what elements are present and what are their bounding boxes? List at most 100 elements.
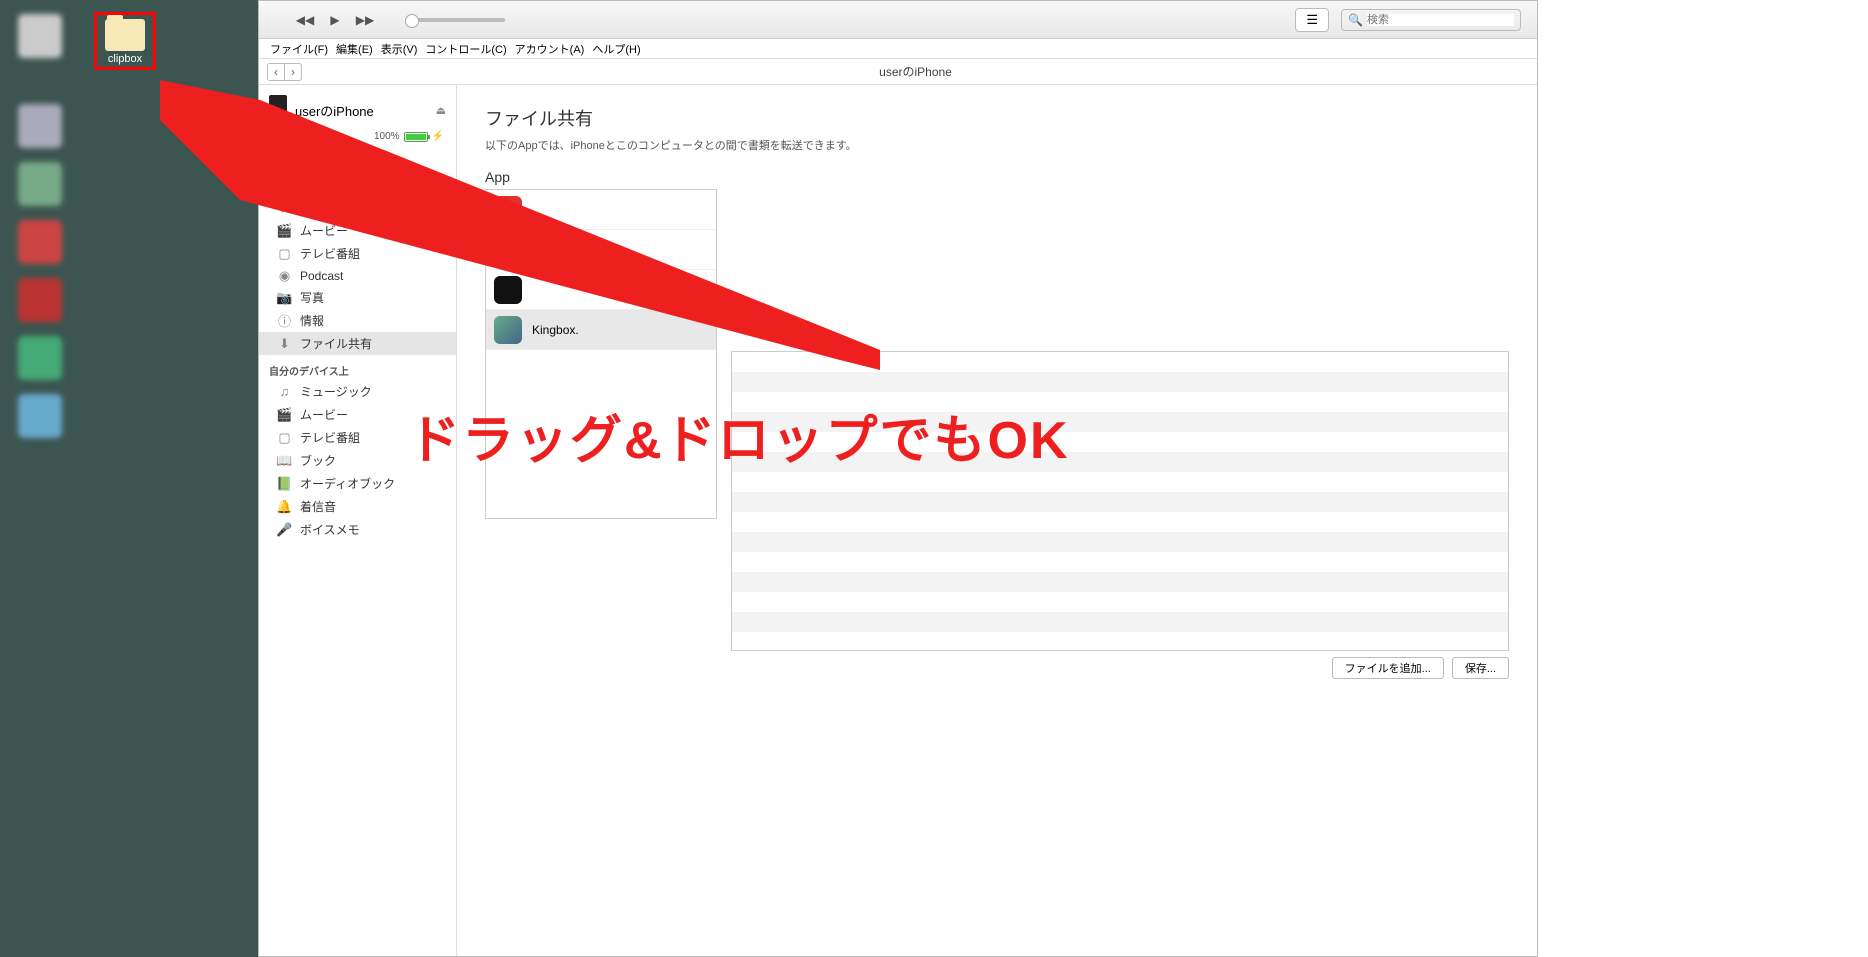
sidebar-item-概要[interactable]: ≣ 概要 xyxy=(259,173,456,196)
app-icon xyxy=(494,276,522,304)
desktop-background: clipbox xyxy=(0,0,258,957)
app-icon xyxy=(494,236,522,264)
sidebar-label: オーディオブック xyxy=(300,475,395,492)
sidebar-icon: 🎤 xyxy=(277,522,292,537)
desktop-icon-blur xyxy=(18,336,62,380)
save-button[interactable]: 保存... xyxy=(1452,657,1509,679)
play-button[interactable]: ▶ xyxy=(325,10,345,30)
device-header[interactable]: userのiPhone ⏏ xyxy=(259,89,456,131)
sidebar-item-オーディオブック[interactable]: 📗 オーディオブック xyxy=(259,472,456,495)
sidebar-label: ムービー xyxy=(300,222,348,239)
app-row[interactable]: Kingbox. xyxy=(486,310,716,350)
sidebar-item-ミュージック[interactable]: ♫ミュージック xyxy=(259,196,456,219)
desktop-icon-blur xyxy=(18,14,62,58)
desktop-icon-blur xyxy=(18,220,62,264)
nav-buttons: ‹ › xyxy=(267,63,302,81)
sidebar-item-ファイル共有[interactable]: ⬇ ファイル共有 xyxy=(259,332,456,355)
sidebar-icon: 📗 xyxy=(277,476,292,491)
page-title: ファイル共有 xyxy=(485,105,1509,131)
battery-row: 100% ⚡ xyxy=(259,131,456,148)
app-row[interactable] xyxy=(486,230,716,270)
file-drop-area[interactable] xyxy=(731,351,1509,651)
search-icon: 🔍 xyxy=(1348,13,1363,27)
sidebar-icon: ▢ xyxy=(277,246,292,261)
desktop-folder-clipbox[interactable]: clipbox xyxy=(94,12,156,70)
sidebar-item-Podcast[interactable]: ◉ Podcast xyxy=(259,265,456,286)
eject-icon[interactable]: ⏏ xyxy=(436,104,446,117)
sidebar-icon: ⓘ xyxy=(277,313,292,328)
menu-view[interactable]: 表示(V) xyxy=(378,41,421,57)
section-settings: 設定 xyxy=(259,148,456,173)
sidebar-icon: 📷 xyxy=(277,290,292,305)
app-icon xyxy=(494,196,522,224)
app-header: App xyxy=(485,169,1509,185)
charging-icon: ⚡ xyxy=(432,131,444,142)
menu-edit[interactable]: 編集(E) xyxy=(333,41,376,57)
search-input[interactable] xyxy=(1367,14,1514,26)
app-name: Kingbox. xyxy=(532,323,579,337)
sidebar-icon: ◉ xyxy=(277,268,292,283)
nav-back-button[interactable]: ‹ xyxy=(268,64,285,80)
sidebar-icon: 📖 xyxy=(277,453,292,468)
sidebar-item-ボイスメモ[interactable]: 🎤 ボイスメモ xyxy=(259,518,456,541)
prev-button[interactable]: ◀◀ xyxy=(295,10,315,30)
desktop-icon-blur xyxy=(18,104,62,148)
sidebar-item-ブック[interactable]: 📖 ブック xyxy=(259,449,456,472)
sidebar-item-ミュージック[interactable]: ♫ ミュージック xyxy=(259,380,456,403)
sidebar-item-テレビ番組[interactable]: ▢テレビ番組 xyxy=(259,426,456,449)
sidebar-label: 情報 xyxy=(300,312,324,329)
itunes-window: ◀◀ ▶ ▶▶ ☰ 🔍 ファイル(F) 編集(E) 表示(V) コントロール(C… xyxy=(258,0,1538,957)
sidebar-item-ムービー[interactable]: 🎬 ムービー xyxy=(259,403,456,426)
sidebar: userのiPhone ⏏ 100% ⚡ 設定 ≣ 概要 ♫ ミュージック 🎬 ムービー ▢… xyxy=(259,85,457,956)
battery-pct: 100% xyxy=(374,131,400,142)
sidebar-label: ミュージック xyxy=(300,383,372,400)
app-list[interactable]: Kingbox. xyxy=(485,189,717,519)
toolbar: ◀◀ ▶ ▶▶ ☰ 🔍 xyxy=(259,1,1537,39)
iphone-icon xyxy=(269,95,287,125)
battery-icon xyxy=(404,132,428,142)
nav-row: ‹ › userのiPhone xyxy=(259,59,1537,85)
sidebar-label: Podcast xyxy=(300,269,343,283)
device-name: userのiPhone xyxy=(295,101,374,120)
sidebar-item-写真[interactable]: 📷 写真 xyxy=(259,286,456,309)
menu-file[interactable]: ファイル(F) xyxy=(267,41,331,57)
menu-help[interactable]: ヘルプ(H) xyxy=(589,41,643,57)
sidebar-icon: ⬇ xyxy=(277,336,292,351)
list-view-button[interactable]: ☰ xyxy=(1295,8,1329,32)
sidebar-label: ムービー xyxy=(300,406,348,423)
folder-icon xyxy=(105,19,145,51)
desktop-icon-blur xyxy=(18,162,62,206)
sidebar-icon: 🎬 xyxy=(277,407,292,422)
sidebar-label: テレビ番組 xyxy=(300,245,360,262)
sidebar-item-着信音[interactable]: 🔔 着信音 xyxy=(259,495,456,518)
add-file-button[interactable]: ファイルを追加... xyxy=(1332,657,1444,679)
sidebar-label: 写真 xyxy=(300,289,324,306)
sidebar-item-ムービー[interactable]: 🎬ムービー xyxy=(259,219,456,242)
app-icon xyxy=(494,316,522,344)
sidebar-item-テレビ番組[interactable]: ▢ テレビ番組 xyxy=(259,242,456,265)
sidebar-icon: 🔔 xyxy=(277,499,292,514)
nav-title: userのiPhone xyxy=(302,63,1529,80)
sidebar-icon: ♫ xyxy=(277,200,292,215)
sidebar-label: テレビ番組 xyxy=(300,429,360,446)
sidebar-label: 着信音 xyxy=(300,498,336,515)
app-row[interactable] xyxy=(486,190,716,230)
sidebar-label: ファイル共有 xyxy=(300,335,372,352)
sidebar-icon: ≣ xyxy=(277,177,292,192)
page-description: 以下のAppでは、iPhoneとこのコンピュータとの間で書類を転送できます。 xyxy=(485,137,1509,153)
sidebar-icon: ♫ xyxy=(277,384,292,399)
volume-slider[interactable] xyxy=(405,18,505,22)
sidebar-label: 概要 xyxy=(300,176,324,193)
app-row[interactable] xyxy=(486,270,716,310)
sidebar-label: ボイスメモ xyxy=(300,521,360,538)
sidebar-label: ブック xyxy=(300,452,336,469)
menu-control[interactable]: コントロール(C) xyxy=(422,41,509,57)
menu-account[interactable]: アカウント(A) xyxy=(512,41,588,57)
sidebar-item-情報[interactable]: ⓘ 情報 xyxy=(259,309,456,332)
section-self-device: 自分のデバイス上 xyxy=(259,355,456,380)
nav-forward-button[interactable]: › xyxy=(285,64,301,80)
search-field[interactable]: 🔍 xyxy=(1341,9,1521,31)
menubar: ファイル(F) 編集(E) 表示(V) コントロール(C) アカウント(A) ヘ… xyxy=(259,39,1537,59)
next-button[interactable]: ▶▶ xyxy=(355,10,375,30)
main-content: ファイル共有 以下のAppでは、iPhoneとこのコンピュータとの間で書類を転送… xyxy=(457,85,1537,956)
